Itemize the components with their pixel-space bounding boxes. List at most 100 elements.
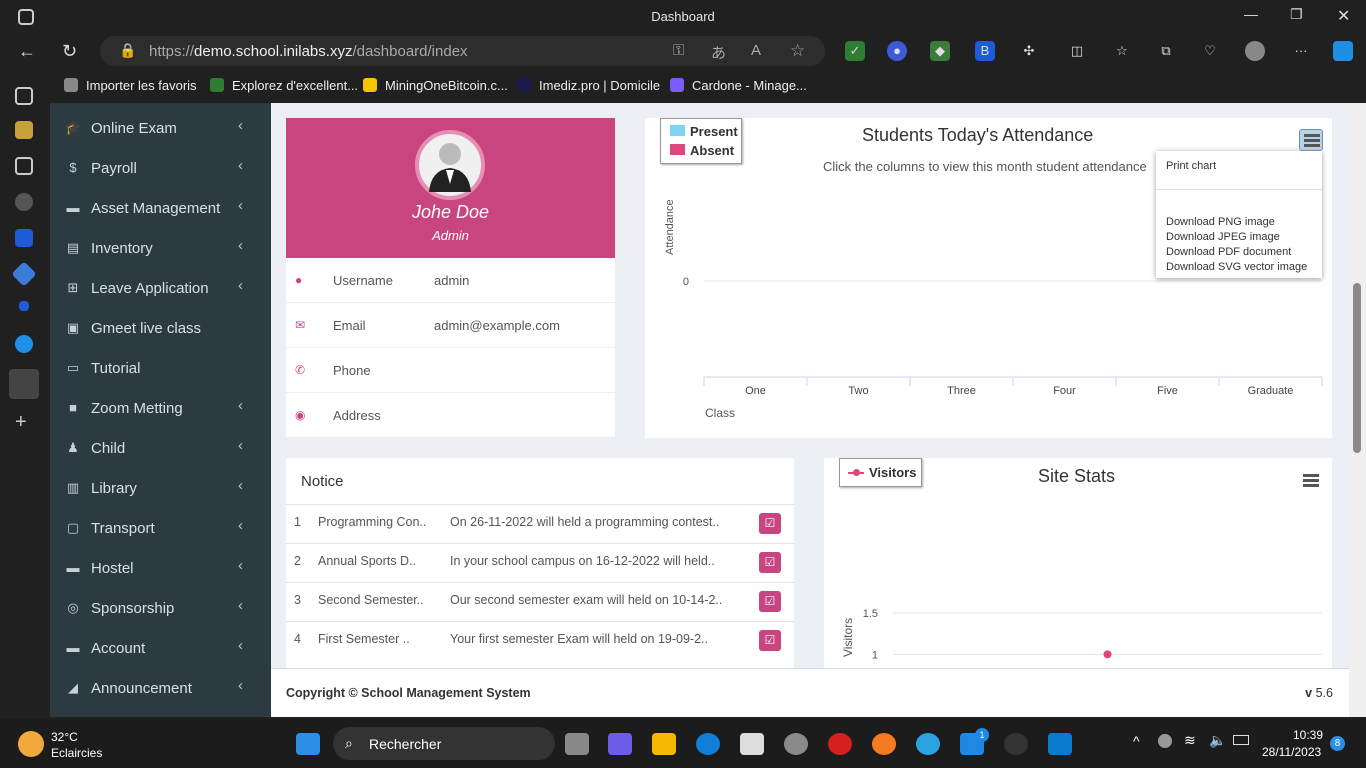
edge-icon[interactable] xyxy=(696,733,720,755)
tab-icon-1[interactable] xyxy=(15,121,33,139)
read-aloud-icon[interactable]: A xyxy=(751,42,761,59)
site-stats-menu-button[interactable] xyxy=(1299,470,1323,492)
new-tab-icon[interactable]: + xyxy=(15,411,27,434)
sidebar-item-inventory[interactable]: ▤ Inventory ‹ xyxy=(50,228,271,268)
sidebar-item-account[interactable]: ▬ Account ‹ xyxy=(50,628,271,668)
tray-chevron-icon[interactable]: ^ xyxy=(1133,733,1140,749)
scrollbar-thumb[interactable] xyxy=(1353,283,1361,453)
menu-download-svg[interactable]: Download SVG vector image xyxy=(1166,261,1307,273)
menu-download-pdf[interactable]: Download PDF document xyxy=(1166,246,1291,258)
shield-extension-icon[interactable]: ✓ xyxy=(845,41,865,61)
weather-icon[interactable] xyxy=(18,731,44,757)
sidebar-item-tutorial[interactable]: ▭ Tutorial xyxy=(50,348,271,388)
battery-icon[interactable] xyxy=(1233,735,1249,745)
profile-avatar[interactable] xyxy=(1245,41,1265,61)
close-icon[interactable]: ✕ xyxy=(1337,6,1350,26)
opera-icon[interactable] xyxy=(828,733,852,755)
favorite-item[interactable]: Importer les favoris xyxy=(64,78,197,93)
favorite-item[interactable]: Explorez d'excellent... xyxy=(210,78,358,93)
menu-download-jpeg[interactable]: Download JPEG image xyxy=(1166,231,1280,243)
wifi-icon[interactable]: ≋ xyxy=(1184,732,1196,749)
back-icon[interactable]: ← xyxy=(18,41,36,62)
notice-title: Notice xyxy=(301,473,344,490)
tab-icon-6[interactable] xyxy=(19,301,29,311)
attendance-chart-menu-button[interactable] xyxy=(1299,129,1323,151)
page-scrollbar[interactable] xyxy=(1349,103,1366,717)
view-notice-button[interactable]: ☑ xyxy=(759,513,781,534)
maximize-icon[interactable]: ❐ xyxy=(1290,6,1303,23)
health-icon[interactable]: ♡ xyxy=(1200,41,1220,61)
refresh-icon[interactable]: ↻ xyxy=(62,41,77,62)
notice-row-desc: On 26-11-2022 will held a programming co… xyxy=(450,515,720,529)
file-explorer-icon[interactable] xyxy=(652,733,676,755)
legend-visitors[interactable]: Visitors xyxy=(869,465,916,480)
legend-absent[interactable]: Absent xyxy=(690,143,734,158)
github-icon[interactable] xyxy=(1004,733,1028,755)
sidebar-item-zoom-metting[interactable]: ■ Zoom Metting ‹ xyxy=(50,388,271,428)
view-notice-button[interactable]: ☑ xyxy=(759,552,781,573)
favorite-item[interactable]: Cardone - Minage... xyxy=(670,78,807,93)
sponsorship-icon: ◎ xyxy=(67,600,79,615)
sidebar-item-announcement[interactable]: ◢ Announcement ‹ xyxy=(50,668,271,708)
sidebar-item-library[interactable]: ▥ Library ‹ xyxy=(50,468,271,508)
sidebar-item-child[interactable]: ♟ Child ‹ xyxy=(50,428,271,468)
telegram-icon[interactable] xyxy=(916,733,940,755)
tab-icon-5[interactable] xyxy=(11,261,37,287)
sidebar-item-sponsorship[interactable]: ◎ Sponsorship ‹ xyxy=(50,588,271,628)
settings-icon[interactable] xyxy=(784,733,808,755)
firefox-icon[interactable] xyxy=(872,733,896,755)
favorite-item[interactable]: Imediz.pro | Domicile xyxy=(517,78,660,93)
menu-download-png[interactable]: Download PNG image xyxy=(1166,216,1275,228)
tab-active-dashboard[interactable] xyxy=(9,369,39,399)
favorite-star-icon[interactable]: ☆ xyxy=(790,41,805,61)
notification-badge[interactable]: 8 xyxy=(1330,736,1345,751)
tab-icon-4[interactable] xyxy=(15,229,33,247)
sidebar-item-payroll[interactable]: $ Payroll ‹ xyxy=(50,148,271,188)
store-icon[interactable] xyxy=(740,733,764,755)
clock-time[interactable]: 10:39 xyxy=(1283,728,1323,742)
favorite-item[interactable]: MiningOneBitcoin.c... xyxy=(363,78,508,93)
extension-b-icon[interactable]: B xyxy=(975,41,995,61)
onedrive-icon[interactable] xyxy=(1158,734,1172,748)
sidebar-item-leave-application[interactable]: ⊞ Leave Application ‹ xyxy=(50,268,271,308)
key-icon[interactable]: ⚿ xyxy=(673,42,684,59)
favorite-label: Explorez d'excellent... xyxy=(232,78,359,93)
sidebar-item-online-exam[interactable]: 🎓 Online Exam ‹ xyxy=(50,108,271,148)
sidebar-item-asset-management[interactable]: ▬ Asset Management ‹ xyxy=(50,188,271,228)
sidebar-item-transport[interactable]: ▢ Transport ‹ xyxy=(50,508,271,548)
split-screen-icon[interactable]: ◫ xyxy=(1067,41,1087,61)
sidebar-item-hostel[interactable]: ▬ Hostel ‹ xyxy=(50,548,271,588)
extension-flag-icon[interactable]: ◆ xyxy=(930,41,950,61)
user-icon: ● xyxy=(295,273,303,287)
menu-print-chart[interactable]: Print chart xyxy=(1166,160,1216,172)
view-notice-button[interactable]: ☑ xyxy=(759,630,781,651)
view-notice-button[interactable]: ☑ xyxy=(759,591,781,612)
volume-icon[interactable]: 🔈 xyxy=(1209,732,1226,749)
globe-icon: ◉ xyxy=(295,408,306,422)
tab-icon-2[interactable] xyxy=(15,157,33,175)
sidebar-item-label: Child xyxy=(91,440,126,457)
tab-actions-icon[interactable] xyxy=(15,87,33,105)
weather-temp[interactable]: 32°C xyxy=(51,730,78,744)
copilot-icon[interactable] xyxy=(1333,41,1353,61)
task-view-icon[interactable] xyxy=(565,733,589,755)
minimize-icon[interactable]: — xyxy=(1244,6,1258,22)
sidebar-item-gmeet-live-class[interactable]: ▣ Gmeet live class xyxy=(50,308,271,348)
favorites-icon[interactable]: ☆ xyxy=(1112,41,1132,61)
tab-icon-3[interactable] xyxy=(15,193,33,211)
clock-date[interactable]: 28/11/2023 xyxy=(1262,745,1321,759)
weather-desc[interactable]: Eclaircies xyxy=(51,746,102,760)
taskbar-search[interactable]: ⌕ Rechercher xyxy=(333,727,555,760)
url-input[interactable]: 🔒 https://demo.school.inilabs.xyz/dashbo… xyxy=(100,36,825,66)
more-icon[interactable]: ··· xyxy=(1291,41,1311,61)
teams-icon[interactable] xyxy=(608,733,632,755)
extensions-puzzle-icon[interactable]: ✣ xyxy=(1019,41,1039,61)
translate-icon[interactable]: あ xyxy=(711,42,726,63)
collections-icon[interactable]: ⧉ xyxy=(1156,41,1176,61)
extension-circle-icon[interactable]: ● xyxy=(887,41,907,61)
tab-icon-7[interactable] xyxy=(15,335,33,353)
legend-present[interactable]: Present xyxy=(690,124,738,139)
url-path: /dashboard/index xyxy=(352,43,468,60)
vscode-icon[interactable] xyxy=(1048,733,1072,755)
start-icon[interactable] xyxy=(296,733,320,755)
